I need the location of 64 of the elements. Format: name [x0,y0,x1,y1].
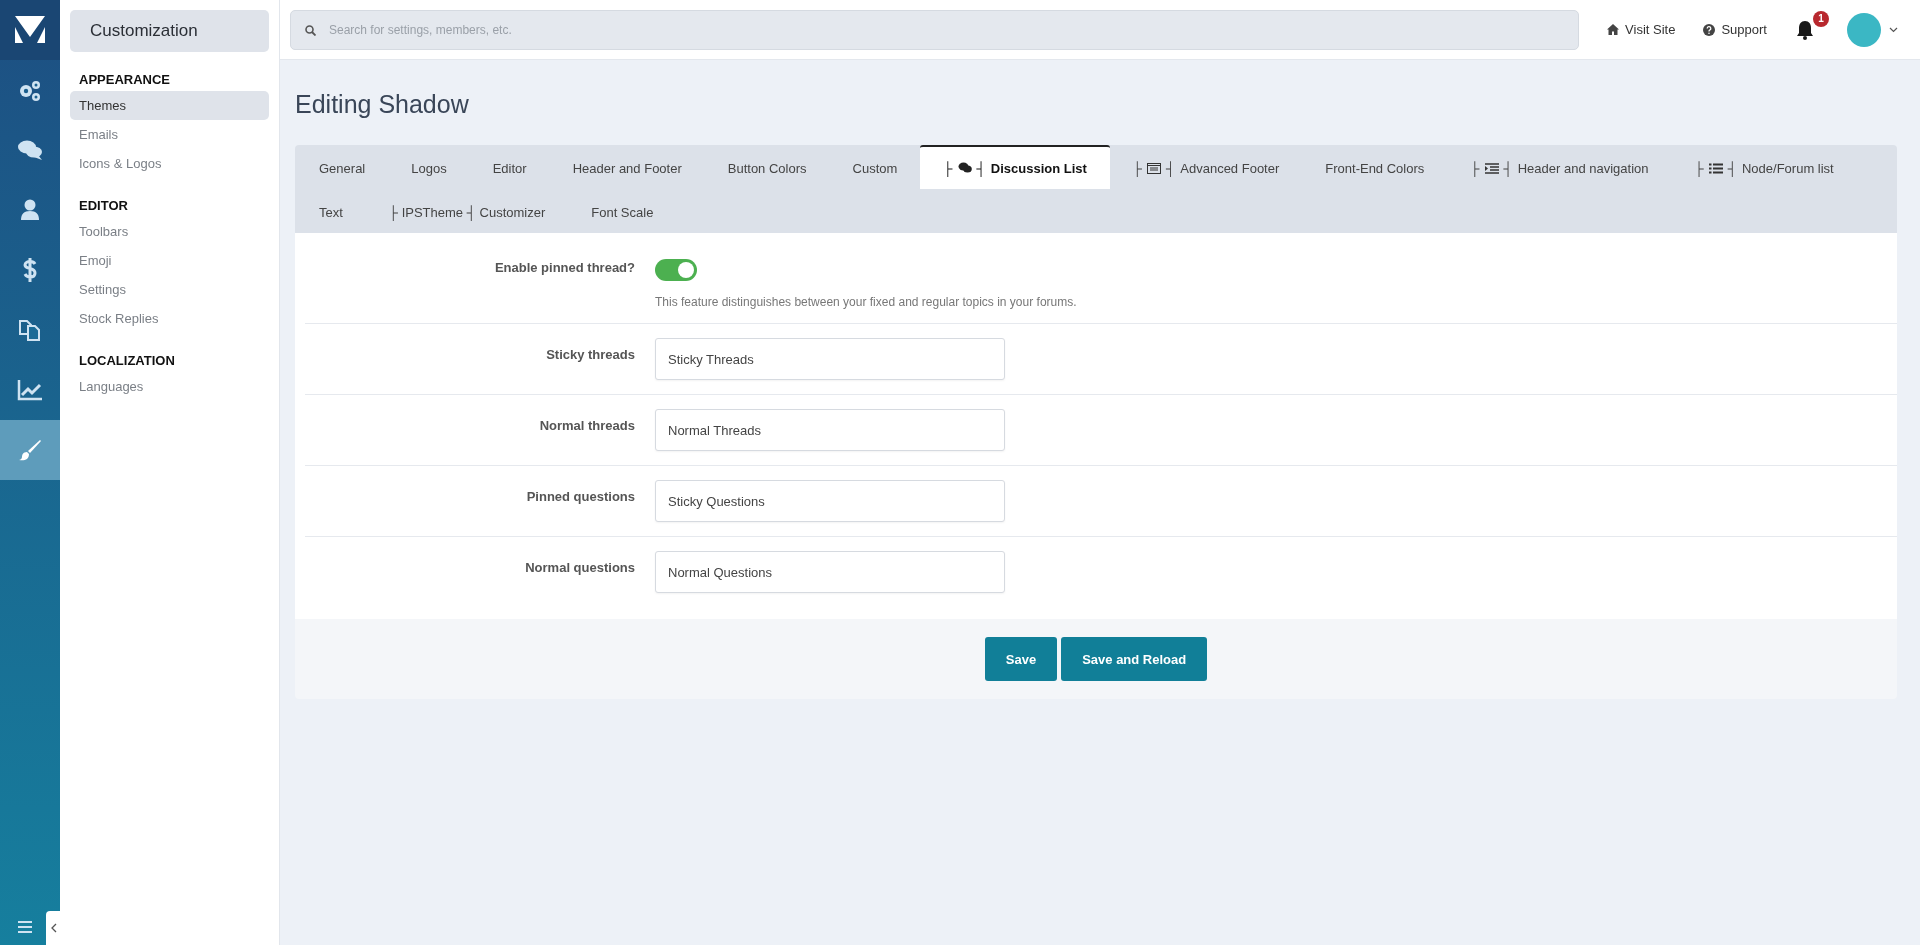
field-label: Enable pinned thread? [493,259,635,277]
tab[interactable]: Editor [469,145,550,189]
sidebar-item[interactable]: Themes [70,91,269,120]
sidebar-item[interactable]: Settings [70,275,269,304]
text-field[interactable]: Sticky Threads [655,338,1005,380]
window-icon [1147,162,1162,174]
indent-icon [1484,162,1499,174]
sidebar-item[interactable]: Stock Replies [70,304,269,333]
section-heading: APPEARANCE [78,72,171,89]
tab[interactable]: Button Colors [704,145,830,189]
comments-icon [957,162,972,174]
tab[interactable]: General [296,145,389,189]
field-label: Normal questions [524,559,635,577]
field-label: Pinned questions [525,488,635,506]
gears-icon [17,78,43,102]
chevron-left-icon [49,923,57,933]
text-field[interactable]: Normal Threads [655,409,1005,451]
tab[interactable]: ├ IPSTheme ┤ Customizer [365,189,569,233]
copy-icon [18,318,42,342]
field-label: Sticky threads [545,346,635,364]
chat-icon [17,139,43,161]
text-field[interactable]: Sticky Questions [655,480,1005,522]
save-button[interactable]: Save and Reload [1061,637,1208,681]
field-label: Normal threads [538,417,635,435]
section-heading: LOCALIZATION [78,353,176,370]
top-link[interactable]: Support [1703,22,1767,37]
caret-icon[interactable] [1889,26,1898,33]
tab[interactable]: Header and Footer [549,145,705,189]
top-link[interactable]: Visit Site [1607,22,1676,37]
save-button[interactable]: Save [984,637,1058,681]
dollar-icon [22,257,38,283]
tab[interactable]: ├ ┤ Discussion List [920,145,1110,189]
bell-icon[interactable] [1795,19,1815,40]
brush-icon [18,438,42,462]
help-icon [1703,23,1716,36]
tab[interactable]: Logos [388,145,470,189]
sidebar-title: Customization [70,10,269,52]
section-heading: EDITOR [78,198,129,215]
tab[interactable]: Custom [829,145,921,189]
sidebar-item[interactable]: Toolbars [70,217,269,246]
tab[interactable]: ├ ┤ Advanced Footer [1109,145,1303,189]
logo-icon [14,15,46,45]
toggle-switch[interactable] [655,259,697,281]
user-icon [20,199,40,221]
text-field[interactable]: Normal Questions [655,551,1005,593]
tab[interactable]: Front-End Colors [1302,145,1448,189]
sidebar-item[interactable]: Icons & Logos [70,149,269,178]
menu-icon[interactable] [18,921,32,933]
tab[interactable]: Font Scale [568,189,677,233]
search-icon [305,24,316,36]
tab[interactable]: ├ ┤ Header and navigation [1447,145,1672,189]
sidebar-item[interactable]: Emails [70,120,269,149]
tab[interactable]: ├ ┤ Node/Forum list [1671,145,1857,189]
field-description: This feature distinguishes between your fixed and regular topics in your forums. [655,295,1077,309]
sidebar-item[interactable]: Emoji [70,246,269,275]
list-icon [1708,162,1723,174]
line-chart-icon [17,379,43,401]
sidebar-item[interactable]: Languages [70,372,269,401]
collapse-button[interactable] [46,911,60,945]
home-icon [1607,24,1620,35]
notification-badge: 1 [1813,10,1829,27]
tab[interactable]: Text [296,189,366,233]
search-field[interactable]: Search for settings, members, etc. [290,9,1580,50]
page-title: Editing Shadow [295,90,470,119]
